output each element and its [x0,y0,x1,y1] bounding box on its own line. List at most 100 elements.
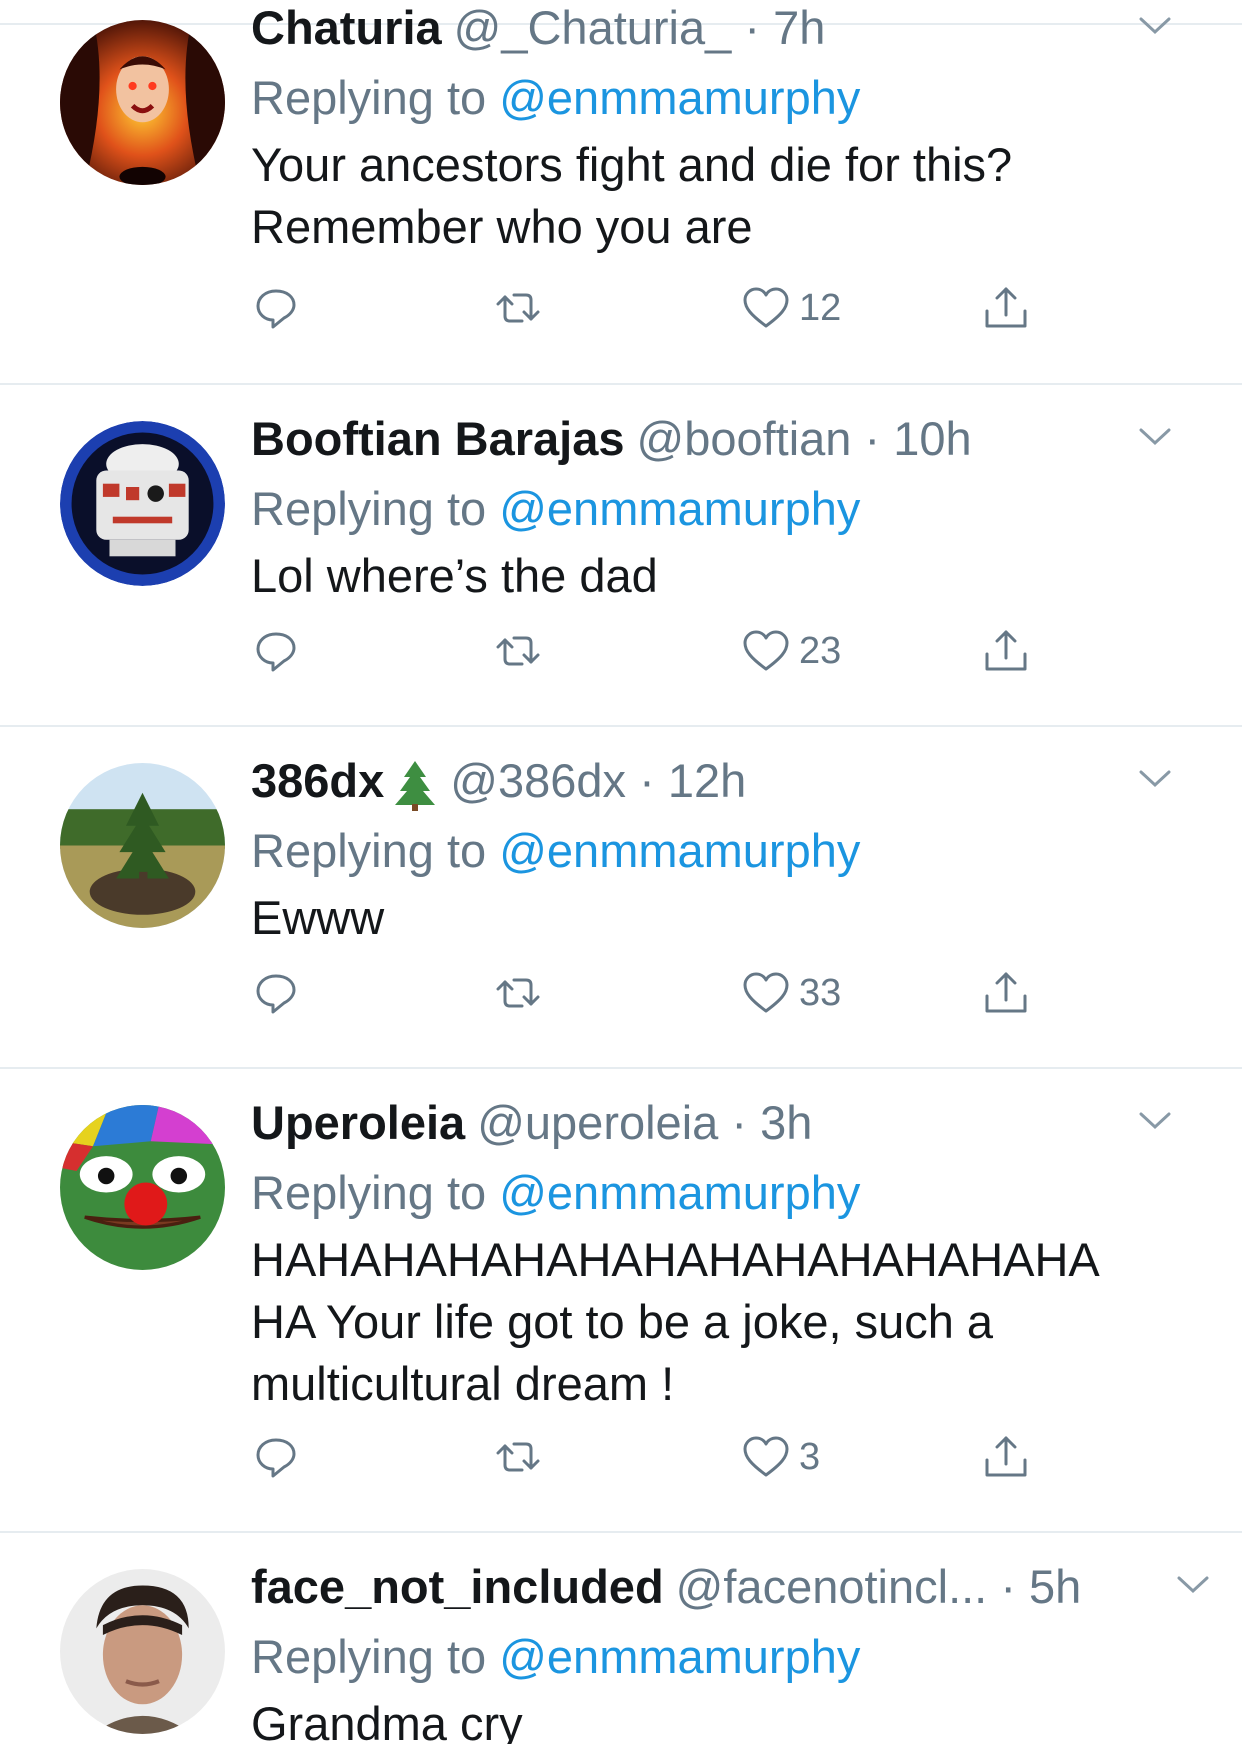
replying-label: Replying to [251,1630,487,1683]
evergreen-tree-emoji-icon [395,760,436,811]
avatar[interactable] [60,1105,225,1270]
heart-icon [743,287,789,328]
display-name[interactable]: face_not_included [251,1560,664,1613]
share-button[interactable] [981,621,1031,681]
lego-robot-avatar-icon [60,421,225,586]
replying-to: Replying to @enmmamurphy [251,823,1202,879]
reply-button[interactable] [251,1427,301,1487]
reply-button[interactable] [251,278,301,338]
tab-bar-edge [0,1744,1242,1764]
tweet-text: HAHAHAHAHAHAHAHAHAHAHAHAHA HA Your life … [251,1229,1202,1415]
reply-icon [256,974,296,1014]
display-name[interactable]: Uperoleia [251,1096,465,1149]
tweet[interactable]: Booftian Barajas @booftian · 10h Replying… [0,385,1242,727]
tweet[interactable]: face_not_included @facenotincl... · 5h Re… [0,1533,1242,1744]
replying-to: Replying to @enmmamurphy [251,1165,1202,1221]
mention-link[interactable]: @enmmamurphy [499,71,860,124]
user-handle[interactable]: @_Chaturia_ [454,1,732,54]
retweet-icon [496,636,540,666]
mention-link[interactable]: @enmmamurphy [499,1630,860,1683]
reply-button[interactable] [251,963,301,1023]
tweet[interactable]: 386dx @386dx · 12h Replying to @enmmamurp… [0,727,1242,1069]
tweet-header: Uperoleia @uperoleia · 3h [251,1095,1202,1151]
user-handle[interactable]: @facenotincl... [676,1560,988,1613]
share-button[interactable] [981,963,1031,1023]
retweet-button[interactable] [493,278,543,338]
tweet-header: Booftian Barajas @booftian · 10h [251,411,1202,467]
mention-link[interactable]: @enmmamurphy [499,824,860,877]
tweet-header: face_not_included @facenotincl... · 5h [251,1559,1209,1615]
chevron-down-icon[interactable] [1174,1569,1212,1599]
display-name[interactable]: Booftian Barajas [251,412,624,465]
retweet-icon [496,293,540,323]
retweet-button[interactable] [493,621,543,681]
timestamp[interactable]: 10h [893,412,971,465]
replying-to: Replying to @enmmamurphy [251,1629,1202,1685]
tweet-actions: 33 [251,963,1071,1023]
reply-feed: Chaturia @_Chaturia_ · 7h Replying to @en… [0,0,1242,1764]
retweet-icon [496,978,540,1008]
avatar[interactable] [60,421,225,586]
tweet-header: Chaturia @_Chaturia_ · 7h [251,0,1202,56]
chevron-down-icon[interactable] [1136,1105,1174,1135]
timestamp[interactable]: 12h [668,754,746,807]
timestamp[interactable]: 3h [760,1096,812,1149]
chevron-down-icon[interactable] [1136,763,1174,793]
like-count: 12 [799,286,842,329]
tweet-actions: 23 [251,621,1071,681]
separator: · [744,1,760,54]
user-handle[interactable]: @uperoleia [477,1096,718,1149]
like-count: 33 [799,971,842,1014]
dark-fantasy-avatar-icon [60,20,225,185]
tweet-text-line: HAHAHAHAHAHAHAHAHAHAHAHAHA [251,1233,1100,1286]
clown-frog-avatar-icon [60,1105,225,1270]
share-icon [985,972,1027,1013]
retweet-button[interactable] [493,963,543,1023]
like-button[interactable]: 12 [741,278,841,338]
separator: · [1000,1560,1016,1613]
retweet-button[interactable] [493,1427,543,1487]
user-handle[interactable]: @booftian [636,412,851,465]
face-photo-avatar-icon [60,1569,225,1734]
user-handle[interactable]: @386dx [450,754,626,807]
tweet-actions: 3 [251,1427,1071,1487]
replying-label: Replying to [251,1166,487,1219]
timestamp[interactable]: 7h [773,1,825,54]
avatar[interactable] [60,1569,225,1734]
reply-button[interactable] [251,621,301,681]
avatar[interactable] [60,20,225,185]
replying-to: Replying to @enmmamurphy [251,70,1202,126]
share-button[interactable] [981,1427,1031,1487]
tweet[interactable]: Chaturia @_Chaturia_ · 7h Replying to @en… [0,0,1242,385]
replying-label: Replying to [251,482,487,535]
tweet[interactable]: Uperoleia @uperoleia · 3h Replying to @en… [0,1069,1242,1533]
chevron-down-icon[interactable] [1136,421,1174,451]
share-icon [985,630,1027,671]
mention-link[interactable]: @enmmamurphy [499,1166,860,1219]
separator: · [731,1096,747,1149]
reply-icon [256,632,296,672]
chevron-down-icon[interactable] [1136,10,1174,40]
replying-label: Replying to [251,824,487,877]
tweet-text: Ewww [251,891,385,944]
mention-link[interactable]: @enmmamurphy [499,482,860,535]
timestamp[interactable]: 5h [1029,1560,1081,1613]
like-button[interactable]: 23 [741,621,841,681]
display-name[interactable]: Chaturia [251,1,442,54]
heart-icon [743,972,789,1013]
like-button[interactable]: 3 [741,1427,820,1487]
retweet-icon [496,1442,540,1472]
share-icon [985,287,1027,328]
pine-tree-avatar-icon [60,763,225,928]
share-button[interactable] [981,278,1031,338]
reply-icon [256,289,296,329]
like-count: 23 [799,629,842,672]
tweet-text-line: multicultural dream ! [251,1357,675,1410]
separator: · [639,754,655,807]
display-name[interactable]: 386dx [251,754,384,807]
tweet-text: Grandma cry [251,1697,523,1744]
replying-label: Replying to [251,71,487,124]
avatar[interactable] [60,763,225,928]
tweet-text: Lol where’s the dad [251,549,658,602]
like-button[interactable]: 33 [741,963,841,1023]
